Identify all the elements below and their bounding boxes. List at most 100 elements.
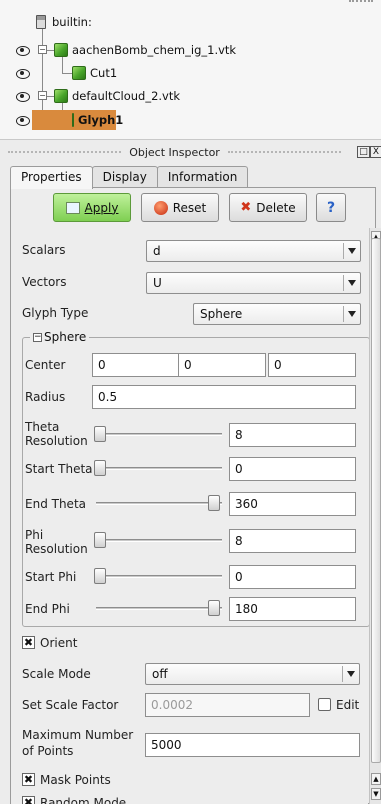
combo-separator <box>343 275 344 291</box>
tree-item-label: Cut1 <box>90 66 118 80</box>
end-theta-field[interactable]: 360 <box>229 492 356 516</box>
tree-item-glyph1[interactable]: Glyph1 <box>32 110 123 130</box>
scroll-thumb[interactable] <box>371 238 381 763</box>
help-button[interactable]: ? <box>316 193 346 222</box>
vectors-label: Vectors <box>22 275 67 289</box>
tab-properties[interactable]: Properties <box>10 166 93 189</box>
glyph-type-label: Glyph Type <box>22 306 89 320</box>
combo-separator <box>343 243 344 259</box>
theta-resolution-field[interactable]: 8 <box>229 423 356 447</box>
edit-checkbox[interactable] <box>318 698 331 711</box>
center-x-field[interactable]: 0 <box>92 353 179 377</box>
tree-line <box>62 73 72 74</box>
edit-label: Edit <box>336 698 360 712</box>
delete-icon: ✖ <box>240 200 252 215</box>
end-phi-slider-handle[interactable] <box>208 600 220 616</box>
center-label: Center <box>25 358 66 372</box>
apply-icon <box>65 201 80 214</box>
tree-item-aachenbomb[interactable]: aachenBomb_chem_ig_1.vtk <box>54 40 236 60</box>
eye-icon[interactable] <box>14 45 30 56</box>
tab-display[interactable]: Display <box>91 166 158 188</box>
start-phi-slider[interactable] <box>96 575 222 578</box>
vectors-select[interactable]: U <box>146 272 361 294</box>
end-phi-slider[interactable] <box>96 607 222 610</box>
tree-item-cut1[interactable]: Cut1 <box>72 63 117 83</box>
eye-icon[interactable] <box>14 68 30 79</box>
chevron-down-icon <box>347 671 355 677</box>
scroll-down-button[interactable]: ▼ <box>371 788 381 800</box>
object-inspector-titlebar[interactable]: Object Inspector <box>0 140 381 164</box>
start-theta-slider-handle[interactable] <box>94 460 106 476</box>
max-points-field[interactable]: 5000 <box>145 733 360 757</box>
server-icon <box>36 15 46 29</box>
glyph-type-select[interactable]: Sphere <box>193 303 361 325</box>
glyph-type-value: Sphere <box>200 307 243 321</box>
chevron-down-icon <box>348 280 356 286</box>
eye-icon[interactable] <box>14 91 30 102</box>
properties-scrollbar[interactable]: ▲ ▲ ▼ <box>369 228 381 804</box>
end-theta-slider-handle[interactable] <box>208 495 220 511</box>
random-mode-row: ✖ Random Mode <box>22 796 222 804</box>
center-z-field[interactable]: 0 <box>268 353 356 377</box>
tree-item-defaultcloud[interactable]: defaultCloud_2.vtk <box>54 86 180 106</box>
vectors-value: U <box>153 276 162 290</box>
scroll-up-button-lower[interactable]: ▲ <box>371 773 381 785</box>
collapse-toggle[interactable]: − <box>38 45 47 54</box>
scale-mode-label: Scale Mode <box>22 667 91 681</box>
scale-mode-value: off <box>152 667 168 681</box>
inspector-tabs: Properties Display Information <box>10 166 249 189</box>
phi-resolution-slider-handle[interactable] <box>94 532 106 548</box>
start-phi-slider-handle[interactable] <box>94 568 106 584</box>
radius-label: Radius <box>25 390 66 404</box>
dock-title: Object Inspector <box>129 145 220 159</box>
help-icon: ? <box>326 199 336 216</box>
radius-field[interactable]: 0.5 <box>92 385 356 409</box>
scalars-value: d <box>153 244 161 258</box>
dataset-icon <box>54 43 68 57</box>
delete-button[interactable]: ✖ Delete <box>229 193 307 222</box>
random-mode-checkbox[interactable]: ✖ <box>22 796 35 804</box>
float-button[interactable]: □ <box>357 146 370 158</box>
mask-points-label: Mask Points <box>40 773 111 787</box>
dock-grip[interactable] <box>349 0 373 6</box>
tree-item-builtin[interactable]: builtin: <box>36 12 92 32</box>
filter-icon <box>72 113 74 127</box>
center-y-field[interactable]: 0 <box>178 353 266 377</box>
tree-line <box>42 24 43 122</box>
orient-label: Orient <box>40 636 78 650</box>
scalars-select[interactable]: d <box>146 240 361 262</box>
tree-item-label: aachenBomb_chem_ig_1.vtk <box>72 43 237 57</box>
mask-points-checkbox[interactable]: ✖ <box>22 773 35 786</box>
collapse-icon[interactable]: − <box>33 332 42 342</box>
scale-mode-select[interactable]: off <box>145 663 360 685</box>
phi-resolution-slider[interactable] <box>96 539 222 542</box>
start-theta-label: Start Theta <box>25 462 93 476</box>
sphere-title: Sphere <box>44 330 87 344</box>
theta-resolution-label: Theta Resolution <box>25 420 88 448</box>
orient-checkbox[interactable]: ✖ <box>22 636 35 649</box>
filter-icon <box>72 66 86 80</box>
collapse-toggle[interactable]: − <box>38 91 47 100</box>
start-phi-field[interactable]: 0 <box>229 565 356 589</box>
title-grip <box>227 151 342 153</box>
close-button[interactable]: X <box>370 146 381 158</box>
scale-factor-field[interactable]: 0.0002 <box>145 693 310 717</box>
tree-item-label: defaultCloud_2.vtk <box>72 89 181 103</box>
reset-icon <box>153 200 168 215</box>
start-theta-slider[interactable] <box>96 467 222 470</box>
end-theta-slider[interactable] <box>96 502 222 505</box>
sphere-group-title[interactable]: − Sphere <box>30 330 90 344</box>
eye-icon[interactable] <box>14 115 30 126</box>
apply-button[interactable]: Apply <box>53 193 131 222</box>
phi-resolution-field[interactable]: 8 <box>229 529 356 553</box>
tab-information[interactable]: Information <box>156 166 249 188</box>
scale-factor-label: Set Scale Factor <box>22 698 119 712</box>
reset-button[interactable]: Reset <box>141 193 219 222</box>
apply-label: Apply <box>84 200 119 215</box>
start-theta-field[interactable]: 0 <box>229 457 356 481</box>
theta-resolution-slider[interactable] <box>96 433 222 436</box>
dataset-icon <box>54 89 68 103</box>
theta-resolution-slider-handle[interactable] <box>94 426 106 442</box>
title-grip <box>8 151 122 153</box>
end-phi-field[interactable]: 180 <box>229 597 356 621</box>
